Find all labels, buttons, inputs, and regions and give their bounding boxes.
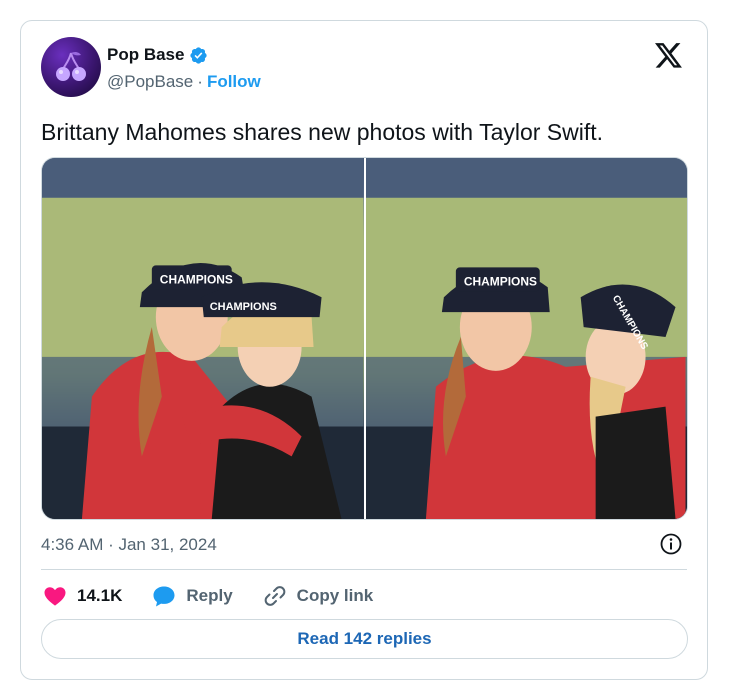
- handle-row: @PopBase · Follow: [107, 72, 261, 92]
- cherry-logo-icon: [56, 51, 86, 81]
- cap-text-2a: CHAMPIONS: [463, 274, 536, 288]
- link-icon: [264, 586, 286, 606]
- verified-badge-icon: [190, 46, 208, 64]
- x-logo-icon[interactable]: [655, 43, 683, 69]
- author-name[interactable]: Pop Base: [107, 45, 184, 65]
- like-button[interactable]: 14.1K: [43, 584, 122, 608]
- photo-1-illustration: CHAMPIONS CHAMPIONS: [42, 158, 364, 519]
- photo-2-illustration: CHAMPIONS CHAMPIONS: [365, 158, 687, 519]
- divider: [41, 569, 687, 570]
- copy-link-button[interactable]: Copy link: [263, 584, 374, 608]
- follow-button[interactable]: Follow: [207, 72, 261, 92]
- like-count: 14.1K: [77, 586, 123, 605]
- action-bar: 14.1K Reply Copy link: [43, 581, 403, 611]
- cap-text-1b: CHAMPIONS: [210, 301, 277, 313]
- avatar[interactable]: [41, 37, 101, 97]
- tweet-timestamp[interactable]: 4:36 AM · Jan 31, 2024: [41, 535, 217, 555]
- author-name-row[interactable]: Pop Base: [107, 45, 208, 65]
- handle-separator: ·: [197, 72, 203, 91]
- reply-button[interactable]: Reply: [152, 584, 233, 608]
- copy-link-label: Copy link: [296, 586, 374, 605]
- read-replies-button[interactable]: Read 142 replies: [41, 619, 688, 659]
- cap-text-1a: CHAMPIONS: [160, 272, 233, 286]
- info-icon[interactable]: [659, 532, 683, 556]
- tweet-card: Pop Base @PopBase · Follow Brittany Maho…: [20, 20, 708, 680]
- heart-icon: [44, 587, 66, 606]
- tweet-text: Brittany Mahomes shares new photos with …: [41, 119, 604, 145]
- media-grid: CHAMPIONS CHAMPIONS CHAMPIONS CHAMPIONS: [41, 157, 688, 520]
- photo-1[interactable]: CHAMPIONS CHAMPIONS: [42, 158, 364, 519]
- reply-label: Reply: [186, 586, 233, 605]
- author-handle[interactable]: @PopBase: [107, 72, 193, 92]
- photo-2[interactable]: CHAMPIONS CHAMPIONS: [365, 158, 687, 519]
- speech-bubble-icon: [153, 586, 175, 607]
